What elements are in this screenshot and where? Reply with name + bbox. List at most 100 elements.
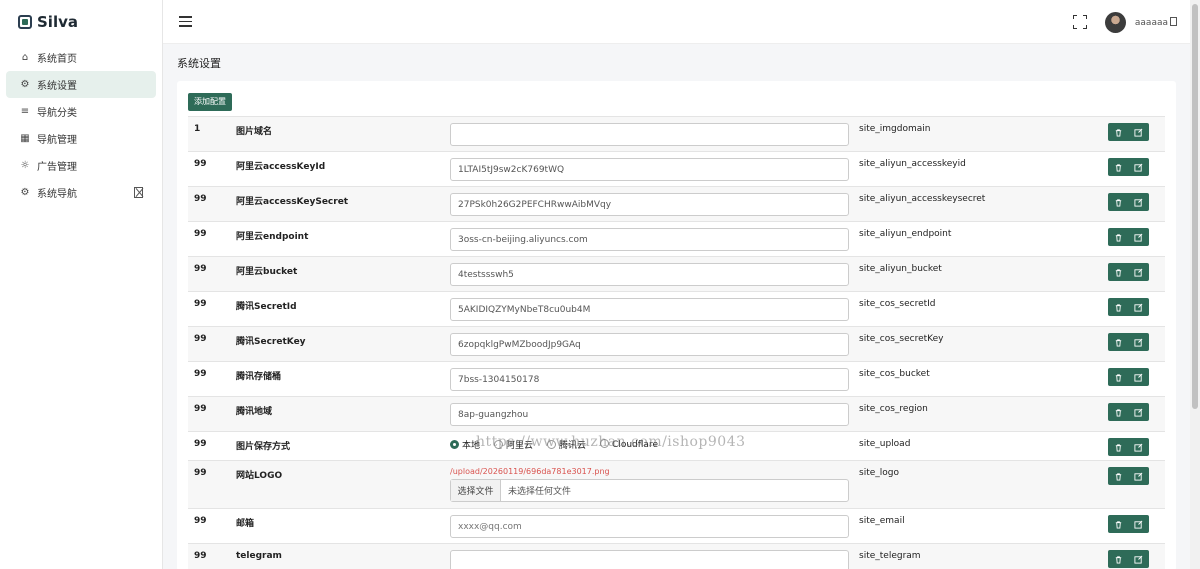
- config-value-input[interactable]: [450, 158, 849, 181]
- edit-icon[interactable]: [1128, 193, 1148, 211]
- delete-icon[interactable]: [1108, 333, 1128, 351]
- config-value-input[interactable]: [450, 193, 849, 216]
- edit-icon[interactable]: [1128, 515, 1148, 533]
- row-actions: [1108, 228, 1149, 246]
- avatar[interactable]: [1105, 12, 1126, 33]
- list-icon: ≡: [20, 105, 30, 117]
- edit-icon[interactable]: [1128, 298, 1148, 316]
- sun-icon: ☼: [20, 159, 30, 171]
- edit-icon[interactable]: [1128, 123, 1148, 141]
- choose-file-button[interactable]: 选择文件: [451, 480, 501, 501]
- logo-path-link[interactable]: /upload/20260119/696da781e3017.png: [450, 467, 610, 476]
- config-value-input[interactable]: [450, 368, 849, 391]
- sidebar-item[interactable]: ⚙ 系统设置: [6, 71, 156, 98]
- config-value-input[interactable]: [450, 123, 849, 146]
- row-actions: [1108, 263, 1149, 281]
- delete-icon[interactable]: [1108, 403, 1128, 421]
- delete-icon[interactable]: [1108, 368, 1128, 386]
- table-row: 99 腾讯地域 site_cos_region: [188, 396, 1165, 431]
- table-row: 99 腾讯SecretKey site_cos_secretKey: [188, 326, 1165, 361]
- delete-icon[interactable]: [1108, 298, 1128, 316]
- sidebar-item-label: 导航分类: [37, 108, 77, 119]
- table-row: 99 邮箱 site_email: [188, 508, 1165, 543]
- home-icon: ⌂: [21, 51, 29, 63]
- config-value-input[interactable]: [450, 228, 849, 251]
- row-actions: [1108, 298, 1149, 316]
- edit-icon[interactable]: [1128, 263, 1148, 281]
- row-name: 腾讯地域: [236, 407, 273, 417]
- app-logo[interactable]: Silva: [0, 0, 162, 44]
- config-value-input[interactable]: [450, 403, 849, 426]
- row-name: 网站LOGO: [236, 471, 283, 481]
- sidebar-item[interactable]: ▦ 导航管理: [6, 125, 156, 152]
- row-sort: 99: [194, 551, 207, 561]
- config-value-input[interactable]: [450, 298, 849, 321]
- edit-icon[interactable]: [1128, 467, 1148, 485]
- sidebar-item[interactable]: ⚙ 系统导航: [6, 179, 156, 206]
- config-value-input[interactable]: [450, 550, 849, 569]
- row-key: site_aliyun_accesskeyid: [859, 159, 966, 169]
- sidebar-item[interactable]: ☼ 广告管理: [6, 152, 156, 179]
- edit-icon[interactable]: [1128, 368, 1148, 386]
- row-key: site_aliyun_accesskeysecret: [859, 194, 986, 204]
- sidebar-item[interactable]: ≡ 导航分类: [6, 98, 156, 125]
- row-sort: 99: [194, 229, 207, 239]
- delete-icon[interactable]: [1108, 123, 1128, 141]
- row-name: 阿里云endpoint: [236, 232, 309, 242]
- row-actions: [1108, 333, 1149, 351]
- scrollbar[interactable]: [1190, 0, 1200, 569]
- sidebar-item[interactable]: ⌂ 系统首页: [6, 44, 156, 71]
- row-sort: 99: [194, 369, 207, 379]
- table-row: 99 telegram site_telegram: [188, 543, 1165, 569]
- logo-icon: [18, 15, 32, 29]
- fullscreen-icon[interactable]: [1073, 15, 1087, 29]
- row-name: 腾讯存储桶: [236, 372, 282, 382]
- row-actions: [1108, 193, 1149, 211]
- radio-icon[interactable]: [450, 440, 459, 449]
- add-config-button[interactable]: 添加配置: [188, 93, 232, 111]
- file-input[interactable]: 选择文件 未选择任何文件: [450, 479, 849, 502]
- table-row: 99 腾讯存储桶 site_cos_bucket: [188, 361, 1165, 396]
- edit-icon[interactable]: [1128, 228, 1148, 246]
- edit-icon[interactable]: [1128, 550, 1148, 568]
- delete-icon[interactable]: [1108, 515, 1128, 533]
- delete-icon[interactable]: [1108, 467, 1128, 485]
- edit-icon[interactable]: [1128, 333, 1148, 351]
- settings-card: 添加配置 1 图片域名 site_imgdomain 99 阿里云accessKeyId…: [177, 81, 1176, 569]
- edit-icon[interactable]: [1128, 403, 1148, 421]
- row-key: site_cos_region: [859, 404, 928, 414]
- row-key: site_telegram: [859, 551, 921, 561]
- delete-icon[interactable]: [1108, 193, 1128, 211]
- delete-icon[interactable]: [1108, 438, 1128, 456]
- row-sort: 99: [194, 299, 207, 309]
- page-title: 系统设置: [177, 57, 221, 70]
- menu-toggle-icon[interactable]: [179, 16, 192, 30]
- expand-icon[interactable]: [134, 187, 143, 198]
- delete-icon[interactable]: [1108, 550, 1128, 568]
- row-actions: [1108, 467, 1149, 485]
- edit-icon[interactable]: [1128, 158, 1148, 176]
- row-key: site_upload: [859, 439, 911, 449]
- user-menu[interactable]: aaaaaa: [1135, 17, 1177, 28]
- config-value-input[interactable]: [450, 263, 849, 286]
- config-value-input[interactable]: [450, 333, 849, 356]
- sidebar-item-label: 系统设置: [37, 81, 77, 92]
- row-actions: [1108, 515, 1149, 533]
- row-sort: 99: [194, 194, 207, 204]
- edit-icon[interactable]: [1128, 438, 1148, 456]
- row-actions: [1108, 123, 1149, 141]
- row-key: site_cos_secretKey: [859, 334, 944, 344]
- row-sort: 99: [194, 516, 207, 526]
- table-row: 99 阿里云accessKeyId site_aliyun_accesskeyid: [188, 151, 1165, 186]
- delete-icon[interactable]: [1108, 158, 1128, 176]
- table-row: 99 阿里云bucket site_aliyun_bucket: [188, 256, 1165, 291]
- config-value-input[interactable]: [450, 515, 849, 538]
- row-actions: [1108, 368, 1149, 386]
- config-table: 1 图片域名 site_imgdomain 99 阿里云accessKeyId site_…: [188, 116, 1165, 569]
- delete-icon[interactable]: [1108, 263, 1128, 281]
- sidebar-item-label: 系统首页: [37, 54, 77, 65]
- file-status: 未选择任何文件: [508, 487, 572, 497]
- table-row: 99 网站LOGO/upload/20260119/696da781e3017.p…: [188, 460, 1165, 508]
- scrollbar-thumb[interactable]: [1192, 4, 1198, 409]
- delete-icon[interactable]: [1108, 228, 1128, 246]
